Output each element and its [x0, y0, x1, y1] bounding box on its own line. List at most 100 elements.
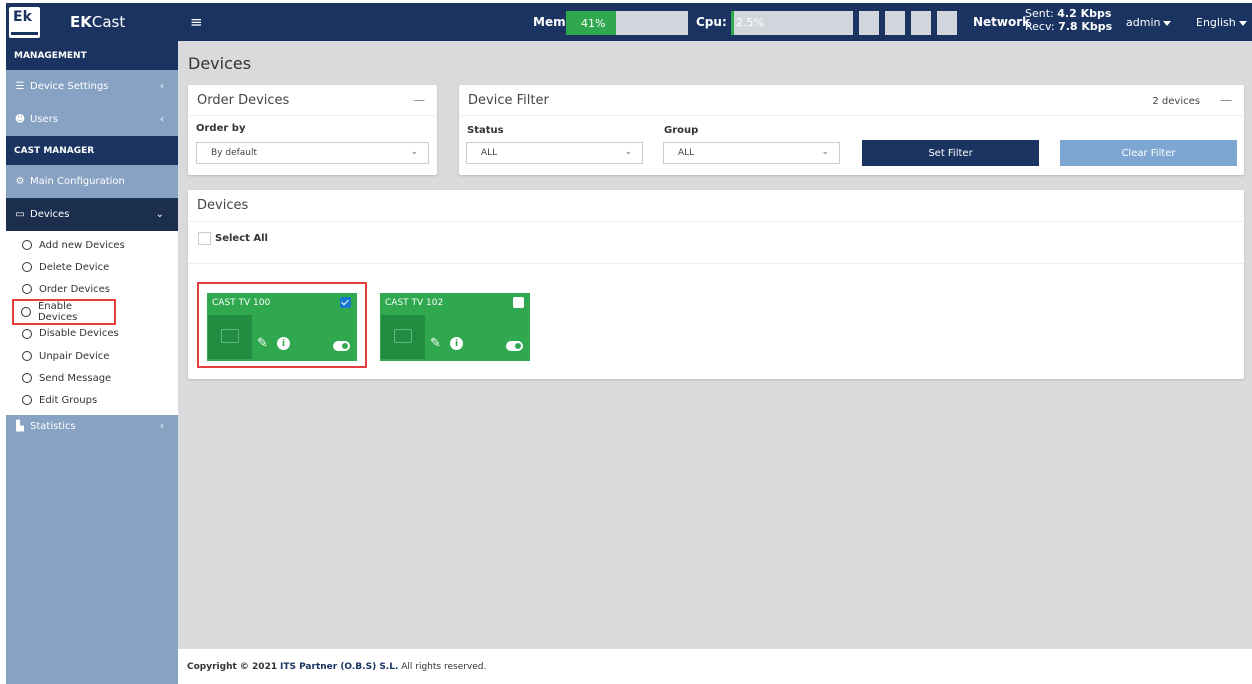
select-all-checkbox[interactable] [198, 232, 211, 245]
logo-area[interactable]: Ek EKCast [6, 3, 178, 41]
cpu-label: Cpu: [696, 15, 727, 29]
sidebar-header-cast-manager: CAST MANAGER [6, 136, 178, 165]
collapse-icon[interactable]: — [1220, 93, 1232, 107]
sidebar-item-label: Statistics [30, 421, 76, 432]
submenu-disable-devices[interactable]: Disable Devices [6, 323, 178, 345]
cast-icon-area [381, 315, 425, 359]
cpu-progress-bar: 2.5% [731, 11, 853, 35]
circle-icon [22, 284, 32, 295]
submenu-label: Disable Devices [39, 328, 119, 340]
chevron-down-icon: ⌄ [155, 209, 164, 220]
network-indicator-box [885, 11, 905, 35]
network-values: Sent: 4.2 Kbps Recv: 7.8 Kbps [1025, 7, 1112, 33]
sidebar-header-management: MANAGEMENT [6, 41, 178, 70]
brand-bold: EK [70, 13, 92, 31]
sidebar-item-users[interactable]: ☻ Users ‹ [6, 103, 178, 136]
device-tile[interactable]: CAST TV 100 ✎ i [207, 293, 357, 361]
status-value: ALL [481, 148, 498, 158]
company-link[interactable]: ITS Partner (O.B.S) S.L. [280, 662, 398, 672]
cast-icon [394, 329, 412, 343]
cpu-value: 2.5% [736, 16, 764, 29]
submenu-edit-groups[interactable]: Edit Groups [6, 389, 178, 411]
user-name: admin [1126, 16, 1161, 29]
top-navbar: Ek EKCast ≡ Mem: 41% Cpu: 2.5% Network S… [6, 3, 1252, 41]
submenu-label: Edit Groups [39, 394, 98, 406]
network-indicator-box [859, 11, 879, 35]
network-indicator-box [937, 11, 957, 35]
devices-submenu: Add new Devices Delete Device Order Devi… [6, 231, 178, 415]
submenu-order-devices[interactable]: Order Devices [6, 278, 178, 300]
circle-icon [22, 373, 32, 384]
mem-progress-fill: 41% [566, 11, 617, 35]
status-select[interactable]: ALL ⌄ [466, 142, 643, 164]
submenu-label: Unpair Device [39, 350, 110, 362]
circle-icon [22, 395, 32, 406]
copyright-suffix: All rights reserved. [401, 661, 487, 672]
edit-icon[interactable]: ✎ [257, 336, 268, 351]
sidebar-item-main-configuration[interactable]: ⚙ Main Configuration [6, 165, 178, 198]
submenu-send-message[interactable]: Send Message [6, 367, 178, 389]
users-icon: ☻ [14, 114, 26, 125]
submenu-add-new-devices[interactable]: Add new Devices [6, 234, 178, 256]
group-value: ALL [678, 148, 695, 158]
clear-filter-button[interactable]: Clear Filter [1060, 140, 1237, 166]
page-title: Devices [188, 54, 252, 73]
chevron-left-icon: ‹ [160, 81, 164, 92]
logo-text: Ek [13, 8, 32, 25]
main-content: Devices Order Devices — Order by By defa… [178, 41, 1252, 684]
order-by-value: By default [211, 148, 258, 158]
filter-card-title: Device Filter [468, 93, 549, 108]
sidebar-item-label: Users [30, 114, 59, 125]
select-all[interactable]: Select All [198, 232, 268, 245]
mem-progress-bar: 41% [566, 11, 688, 35]
order-card-title: Order Devices [197, 93, 290, 108]
select-all-label: Select All [215, 233, 268, 244]
sidebar: MANAGEMENT ☰ Device Settings ‹ ☻ Users ‹… [6, 41, 178, 684]
divider [188, 263, 1244, 264]
sidebar-item-device-settings[interactable]: ☰ Device Settings ‹ [6, 70, 178, 103]
card-title: Order Devices — [188, 85, 437, 116]
submenu-delete-device[interactable]: Delete Device [6, 256, 178, 278]
enable-toggle[interactable] [506, 341, 523, 351]
chevron-left-icon: ‹ [160, 114, 164, 125]
order-by-select[interactable]: By default ⌄ [196, 142, 429, 164]
network-label: Network [973, 15, 1031, 29]
recv-value: 7.8 Kbps [1058, 20, 1113, 33]
edit-icon[interactable]: ✎ [430, 336, 441, 351]
circle-icon [21, 306, 31, 317]
order-by-label: Order by [196, 123, 246, 134]
chevron-left-icon: ‹ [160, 421, 164, 432]
hdd-icon: ▭ [15, 209, 25, 220]
devices-card-title: Devices [197, 198, 249, 213]
brand-rest: Cast [91, 13, 126, 31]
submenu-enable-devices[interactable]: Enable Devices [12, 298, 116, 325]
device-tile[interactable]: CAST TV 102 ✎ i [380, 293, 530, 361]
device-checkbox[interactable] [340, 297, 351, 308]
chevron-down-icon: ⌄ [410, 147, 418, 157]
caret-down-icon [1163, 20, 1172, 26]
order-devices-card: Order Devices — Order by By default ⌄ [188, 85, 437, 175]
circle-icon [22, 240, 32, 251]
info-icon[interactable]: i [277, 337, 290, 350]
group-select[interactable]: ALL ⌄ [663, 142, 840, 164]
sent-label: Sent: [1025, 7, 1054, 20]
language-menu[interactable]: English [1196, 16, 1247, 29]
sidebar-item-label: Device Settings [30, 81, 109, 92]
collapse-icon[interactable]: — [413, 93, 425, 107]
hamburger-icon[interactable]: ≡ [190, 13, 210, 31]
chart-icon: ▙ [16, 421, 24, 432]
set-filter-button[interactable]: Set Filter [862, 140, 1039, 166]
device-checkbox[interactable] [513, 297, 524, 308]
submenu-unpair-device[interactable]: Unpair Device [6, 345, 178, 367]
circle-icon [22, 328, 32, 339]
sidebar-item-label: Main Configuration [30, 176, 125, 187]
status-label: Status [467, 125, 504, 136]
info-icon[interactable]: i [450, 337, 463, 350]
sidebar-item-devices[interactable]: ▭ Devices ⌄ [6, 198, 178, 231]
sidebar-item-statistics[interactable]: ▙ Statistics ‹ [6, 415, 178, 439]
user-menu[interactable]: admin [1126, 16, 1172, 29]
cast-icon-area [208, 315, 252, 359]
submenu-label: Enable Devices [37, 300, 78, 323]
cast-icon [221, 329, 239, 343]
enable-toggle[interactable] [333, 341, 350, 351]
